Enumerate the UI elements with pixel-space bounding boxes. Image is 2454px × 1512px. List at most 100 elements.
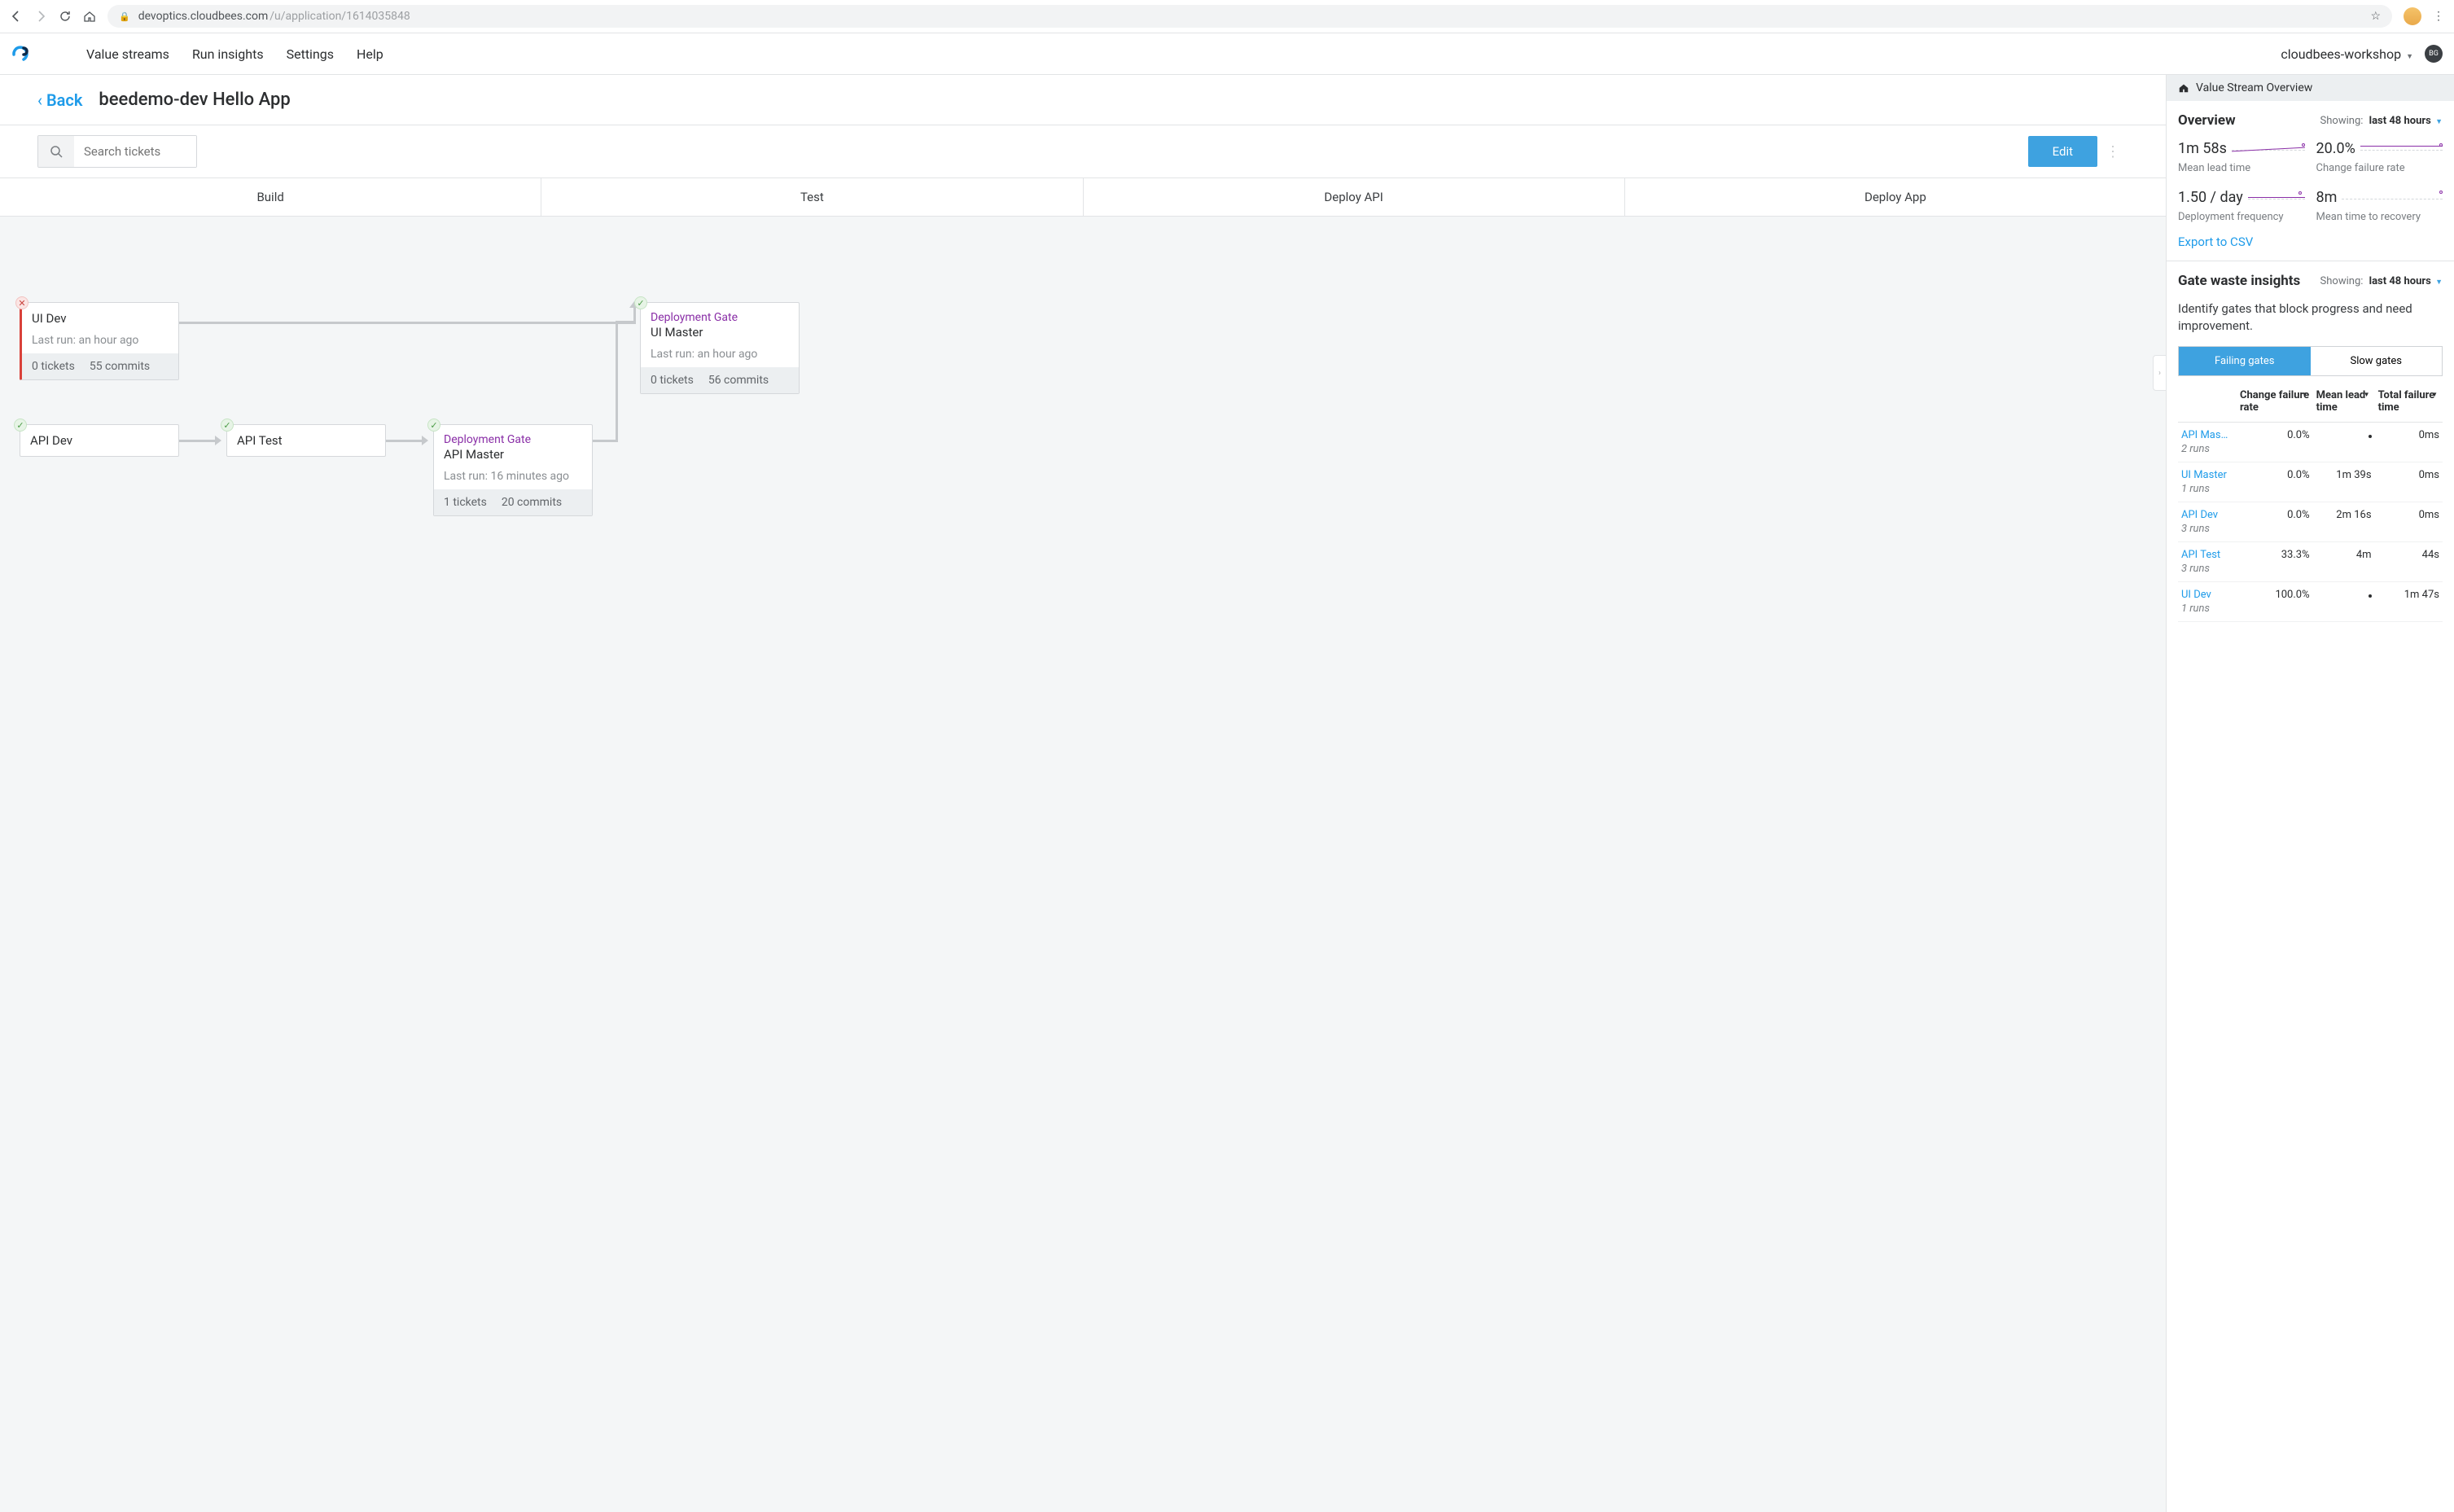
connector <box>616 323 618 442</box>
col-total-failure-time[interactable]: Total failure time▼ <box>2375 381 2443 423</box>
sort-icon: ▼ <box>2364 391 2370 398</box>
nav-settings[interactable]: Settings <box>287 46 334 62</box>
back-link[interactable]: Back <box>37 90 82 110</box>
card-commits: 55 commits <box>90 360 150 373</box>
table-row[interactable]: API Mas…2 runs0.0%0ms <box>2178 423 2443 462</box>
connector <box>179 322 635 324</box>
connector <box>591 440 617 442</box>
overview-range-dropdown[interactable]: Showing: last 48 hours ▼ <box>2320 115 2443 127</box>
address-bar[interactable]: 🔒 devoptics.cloudbees.com/u/application/… <box>107 5 2392 28</box>
metric-change-failure-rate: 20.0% Change failure rate <box>2316 140 2443 174</box>
metric-mtr: 8m Mean time to recovery <box>2316 189 2443 223</box>
card-api-master[interactable]: ✓ Deployment Gate API Master Last run: 1… <box>433 424 593 516</box>
card-title: API Dev <box>20 425 178 456</box>
export-csv-link[interactable]: Export to CSV <box>2178 234 2253 249</box>
card-ui-dev[interactable]: ✕ UI Dev Last run: an hour ago 0 tickets… <box>20 302 179 380</box>
sort-icon: ▼ <box>2431 391 2438 398</box>
pipeline-canvas: ✕ UI Dev Last run: an hour ago 0 tickets… <box>0 217 2166 1512</box>
side-panel: Value Stream Overview Overview Showing: … <box>2166 75 2454 1512</box>
gate-link[interactable]: API Test <box>2181 549 2233 561</box>
nav-value-streams[interactable]: Value streams <box>86 46 169 62</box>
gate-range-dropdown[interactable]: Showing: last 48 hours ▼ <box>2320 275 2443 287</box>
search-input-wrap <box>37 135 197 168</box>
nav-run-insights[interactable]: Run insights <box>192 46 264 62</box>
gate-desc: Identify gates that block progress and n… <box>2178 300 2443 335</box>
chevron-down-icon: ▼ <box>2435 278 2443 287</box>
card-commits: 56 commits <box>708 374 769 387</box>
tab-failing-gates[interactable]: Failing gates <box>2179 347 2311 375</box>
table-row[interactable]: UI Dev1 runs100.0%1m 47s <box>2178 582 2443 622</box>
more-menu-icon[interactable]: ⋮ <box>2097 143 2128 160</box>
metric-deployment-frequency: 1.50 / day Deployment frequency <box>2178 189 2305 223</box>
gate-link[interactable]: UI Dev <box>2181 589 2233 601</box>
table-row[interactable]: UI Master1 runs0.0%1m 39s0ms <box>2178 462 2443 502</box>
overview-title: Overview <box>2178 112 2236 129</box>
fail-badge-icon: ✕ <box>15 296 28 309</box>
tab-slow-gates[interactable]: Slow gates <box>2311 347 2443 375</box>
home-icon <box>2178 82 2189 94</box>
profile-avatar[interactable] <box>2404 7 2421 25</box>
browser-menu-icon[interactable]: ⋮ <box>2433 10 2444 23</box>
app-logo[interactable] <box>11 43 33 64</box>
gate-link[interactable]: API Dev <box>2181 509 2233 521</box>
card-tickets: 0 tickets <box>32 360 75 373</box>
card-tickets: 0 tickets <box>651 374 694 387</box>
card-title: API Test <box>227 425 385 456</box>
card-last-run: Last run: an hour ago <box>641 348 799 367</box>
url-path: /u/application/1614035848 <box>270 10 410 23</box>
card-commits: 20 commits <box>502 496 562 509</box>
gate-link[interactable]: API Mas… <box>2181 429 2233 441</box>
stage-headers: Build Test Deploy API Deploy App <box>0 178 2166 217</box>
connector <box>386 440 422 442</box>
breadcrumb[interactable]: Value Stream Overview <box>2167 75 2454 101</box>
col-mean-lead-time[interactable]: Mean lead time▼ <box>2313 381 2375 423</box>
gate-link[interactable]: UI Master <box>2181 469 2233 481</box>
gate-insights-section: Gate waste insights Showing: last 48 hou… <box>2167 261 2454 633</box>
card-last-run: Last run: an hour ago <box>22 334 178 353</box>
metric-mean-lead-time: 1m 58s Mean lead time <box>2178 140 2305 174</box>
app-header: Value streams Run insights Settings Help… <box>0 33 2454 75</box>
pass-badge-icon: ✓ <box>221 419 234 432</box>
lock-icon: 🔒 <box>119 11 130 22</box>
card-title: UI Dev <box>22 303 178 334</box>
url-host: devoptics.cloudbees.com <box>138 10 269 23</box>
star-icon[interactable]: ☆ <box>2370 10 2381 23</box>
col-change-failure-rate[interactable]: Change failure rate▼ <box>2237 381 2313 423</box>
back-arrow-icon[interactable] <box>10 10 23 23</box>
reload-icon[interactable] <box>59 10 72 23</box>
card-api-test[interactable]: ✓ API Test <box>226 424 386 457</box>
card-gate-label: Deployment Gate <box>444 433 582 446</box>
main-nav: Value streams Run insights Settings Help <box>86 46 383 62</box>
table-row[interactable]: API Dev3 runs0.0%2m 16s0ms <box>2178 502 2443 542</box>
gate-tabs: Failing gates Slow gates <box>2178 346 2443 376</box>
card-title: UI Master <box>651 325 703 340</box>
card-api-dev[interactable]: ✓ API Dev <box>20 424 179 457</box>
card-title: API Master <box>444 447 504 462</box>
gate-table: Change failure rate▼ Mean lead time▼ Tot… <box>2178 381 2443 622</box>
card-gate-label: Deployment Gate <box>651 311 789 324</box>
browser-chrome: 🔒 devoptics.cloudbees.com/u/application/… <box>0 0 2454 33</box>
pass-badge-icon: ✓ <box>14 419 27 432</box>
home-icon[interactable] <box>83 10 96 23</box>
workspace-dropdown[interactable]: cloudbees-workshop <box>2281 46 2413 62</box>
search-input[interactable] <box>74 136 196 167</box>
connector <box>616 321 633 323</box>
stage-deploy-api: Deploy API <box>1084 178 1625 216</box>
sort-icon: ▼ <box>2302 391 2308 398</box>
user-avatar[interactable]: BG <box>2425 45 2443 63</box>
table-row[interactable]: API Test3 runs33.3%4m44s <box>2178 542 2443 582</box>
arrow-icon <box>215 436 221 445</box>
card-ui-master[interactable]: ✓ Deployment Gate UI Master Last run: an… <box>640 302 800 394</box>
overview-section: Overview Showing: last 48 hours ▼ 1m 58s… <box>2167 101 2454 261</box>
search-icon <box>38 136 74 167</box>
gate-title: Gate waste insights <box>2178 273 2300 289</box>
stage-build: Build <box>0 178 541 216</box>
forward-arrow-icon[interactable] <box>34 10 47 23</box>
nav-help[interactable]: Help <box>357 46 383 62</box>
collapse-panel-toggle[interactable]: › <box>2153 355 2166 391</box>
edit-button[interactable]: Edit <box>2028 136 2097 167</box>
card-tickets: 1 tickets <box>444 496 487 509</box>
card-last-run: Last run: 16 minutes ago <box>434 470 592 489</box>
pass-badge-icon: ✓ <box>427 419 440 432</box>
pass-badge-icon: ✓ <box>634 296 647 309</box>
